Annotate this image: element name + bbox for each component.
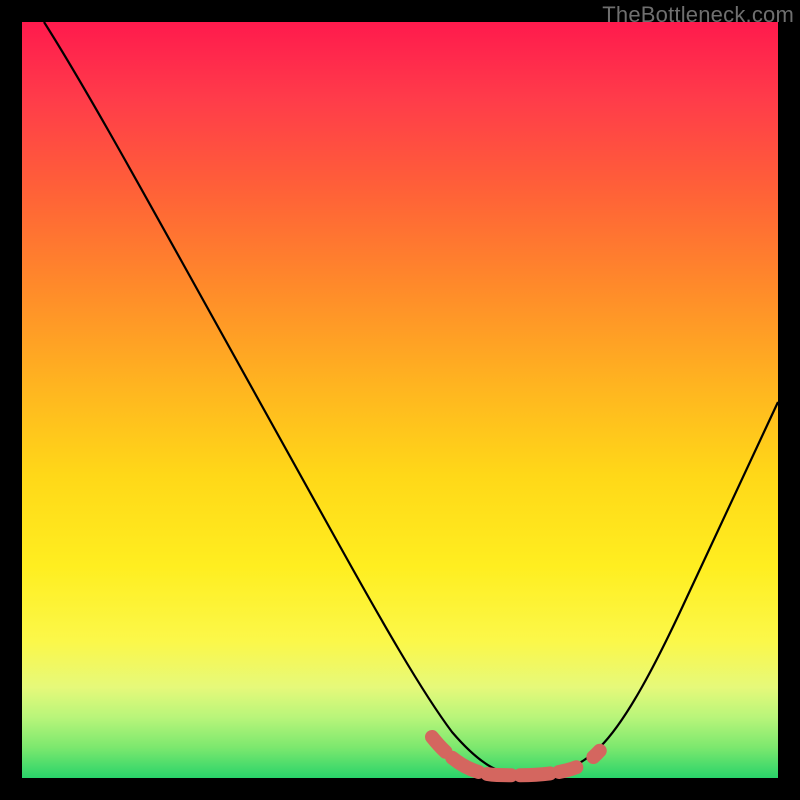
chart-series-valley-highlight (432, 737, 608, 775)
watermark-text: TheBottleneck.com (602, 2, 794, 28)
chart-plot-area (22, 22, 778, 778)
chart-stage: TheBottleneck.com (0, 0, 800, 800)
chart-series-black-curve (44, 22, 778, 776)
chart-curves (22, 22, 778, 778)
